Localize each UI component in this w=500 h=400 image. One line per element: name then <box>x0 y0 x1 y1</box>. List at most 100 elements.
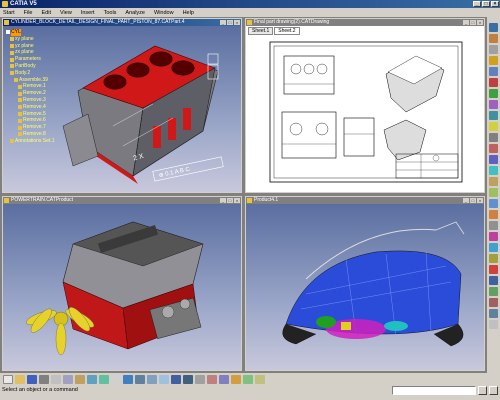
pattern-icon[interactable] <box>489 155 498 164</box>
command-button[interactable] <box>478 386 487 395</box>
axis-icon[interactable] <box>489 254 498 263</box>
tree-item-remove[interactable]: Remove.8 <box>6 131 66 138</box>
cut-icon[interactable] <box>51 375 61 384</box>
zoom-out-icon[interactable] <box>183 375 193 384</box>
redo-icon[interactable] <box>99 375 109 384</box>
new-icon[interactable] <box>3 375 13 384</box>
menu-view[interactable]: View <box>60 10 72 16</box>
tree-item-remove[interactable]: Remove.3 <box>6 97 66 104</box>
menu-window[interactable]: Window <box>154 10 174 16</box>
shading-icon[interactable] <box>231 375 241 384</box>
zoom-in-icon[interactable] <box>171 375 181 384</box>
menu-start[interactable]: Start <box>3 10 15 16</box>
part-window[interactable]: CYLINDER_BLOCK_DETAIL_DESIGN_FINAL_PART_… <box>2 18 242 193</box>
tree-item-remove[interactable]: Remove.1 <box>6 83 66 90</box>
tree-item-remove[interactable]: Remove.6 <box>6 117 66 124</box>
product-window-titlebar[interactable]: Product4.1 _ □ × <box>246 197 484 204</box>
menu-analyze[interactable]: Analyze <box>125 10 145 16</box>
scale-icon[interactable] <box>489 199 498 208</box>
shaft-icon[interactable] <box>489 56 498 65</box>
surface-icon[interactable] <box>489 298 498 307</box>
tree-item-body-2[interactable]: Body.2 <box>6 70 66 77</box>
open-icon[interactable] <box>15 375 25 384</box>
print-icon[interactable] <box>39 375 49 384</box>
specification-tree[interactable]: CYL xy plane yz plane zx plane Parameter… <box>6 29 66 145</box>
mirror-icon[interactable] <box>489 166 498 175</box>
fly-mode-icon[interactable] <box>123 375 133 384</box>
part-3d-viewport[interactable]: ⊕ 0.1 A B C 2 X CYL xy plane yz plane zx… <box>3 26 241 192</box>
tree-item-annotations[interactable]: Annotations Set.1 <box>6 138 66 145</box>
plane-icon[interactable] <box>489 287 498 296</box>
tree-item-remove[interactable]: Remove.5 <box>6 111 66 118</box>
paste-icon[interactable] <box>75 375 85 384</box>
powertrain-window-titlebar[interactable]: POWERTRAIN.CATProduct _ □ × <box>3 197 241 204</box>
command-options-button[interactable] <box>489 386 498 395</box>
hide-show-icon[interactable] <box>243 375 253 384</box>
product-maximize-button[interactable]: □ <box>470 198 476 203</box>
tree-item-parameters[interactable]: Parameters <box>6 56 66 63</box>
swap-visible-icon[interactable] <box>255 375 265 384</box>
product-window[interactable]: Product4.1 _ □ × <box>245 196 485 371</box>
menu-insert[interactable]: Insert <box>81 10 95 16</box>
draft-icon[interactable] <box>489 122 498 131</box>
drawing-maximize-button[interactable]: □ <box>470 20 476 25</box>
chamfer-icon[interactable] <box>489 111 498 120</box>
sketcher-icon[interactable] <box>489 23 498 32</box>
multi-view-icon[interactable] <box>207 375 217 384</box>
part-close-button[interactable]: × <box>234 20 240 25</box>
pad-icon[interactable] <box>489 34 498 43</box>
shell-icon[interactable] <box>489 133 498 142</box>
line-icon[interactable] <box>489 276 498 285</box>
translate-icon[interactable] <box>489 177 498 186</box>
iso-view-icon[interactable] <box>219 375 229 384</box>
measure-icon[interactable] <box>489 221 498 230</box>
fillet-icon[interactable] <box>489 100 498 109</box>
help-icon[interactable] <box>111 375 121 384</box>
tree-item-zx-plane[interactable]: zx plane <box>6 49 66 56</box>
menu-edit[interactable]: Edit <box>42 10 51 16</box>
boolean-icon[interactable] <box>489 210 498 219</box>
drawing-minimize-button[interactable]: _ <box>463 20 469 25</box>
undo-icon[interactable] <box>87 375 97 384</box>
menu-file[interactable]: File <box>24 10 33 16</box>
close-button[interactable]: × <box>491 1 499 7</box>
drawing-viewport[interactable]: Sheet.1 Sheet.2 <box>246 26 484 192</box>
thickness-icon[interactable] <box>489 144 498 153</box>
powertrain-maximize-button[interactable]: □ <box>227 198 233 203</box>
part-maximize-button[interactable]: □ <box>227 20 233 25</box>
point-icon[interactable] <box>489 265 498 274</box>
tree-item-remove[interactable]: Remove.4 <box>6 104 66 111</box>
normal-view-icon[interactable] <box>195 375 205 384</box>
menu-tools[interactable]: Tools <box>104 10 117 16</box>
pan-icon[interactable] <box>147 375 157 384</box>
pocket-icon[interactable] <box>489 45 498 54</box>
drawing-window-titlebar[interactable]: Final part drawing(2).CATDrawing _ □ × <box>246 19 484 26</box>
command-input[interactable] <box>392 386 476 395</box>
maximize-button[interactable]: □ <box>482 1 490 7</box>
save-icon[interactable] <box>27 375 37 384</box>
part-window-titlebar[interactable]: CYLINDER_BLOCK_DETAIL_DESIGN_FINAL_PART_… <box>3 19 241 26</box>
copy-icon[interactable] <box>63 375 73 384</box>
drawing-window[interactable]: Final part drawing(2).CATDrawing _ □ × She… <box>245 18 485 193</box>
rib-icon[interactable] <box>489 89 498 98</box>
annotation-icon[interactable] <box>489 232 498 241</box>
groove-icon[interactable] <box>489 67 498 76</box>
tree-item-root[interactable]: CYL <box>6 29 66 36</box>
drawing-close-button[interactable]: × <box>477 20 483 25</box>
rotate-icon[interactable] <box>489 188 498 197</box>
analysis-icon[interactable] <box>489 309 498 318</box>
product-close-button[interactable]: × <box>477 198 483 203</box>
tree-item-xy-plane[interactable]: xy plane <box>6 36 66 43</box>
tree-item-remove[interactable]: Remove.2 <box>6 90 66 97</box>
product-minimize-button[interactable]: _ <box>463 198 469 203</box>
hole-icon[interactable] <box>489 78 498 87</box>
product-3d-viewport[interactable] <box>246 204 484 370</box>
update-icon[interactable] <box>489 320 498 329</box>
tree-item-yz-plane[interactable]: yz plane <box>6 43 66 50</box>
tree-item-partbody[interactable]: PartBody <box>6 63 66 70</box>
fit-all-icon[interactable] <box>135 375 145 384</box>
menu-help[interactable]: Help <box>183 10 194 16</box>
powertrain-minimize-button[interactable]: _ <box>220 198 226 203</box>
powertrain-close-button[interactable]: × <box>234 198 240 203</box>
part-minimize-button[interactable]: _ <box>220 20 226 25</box>
